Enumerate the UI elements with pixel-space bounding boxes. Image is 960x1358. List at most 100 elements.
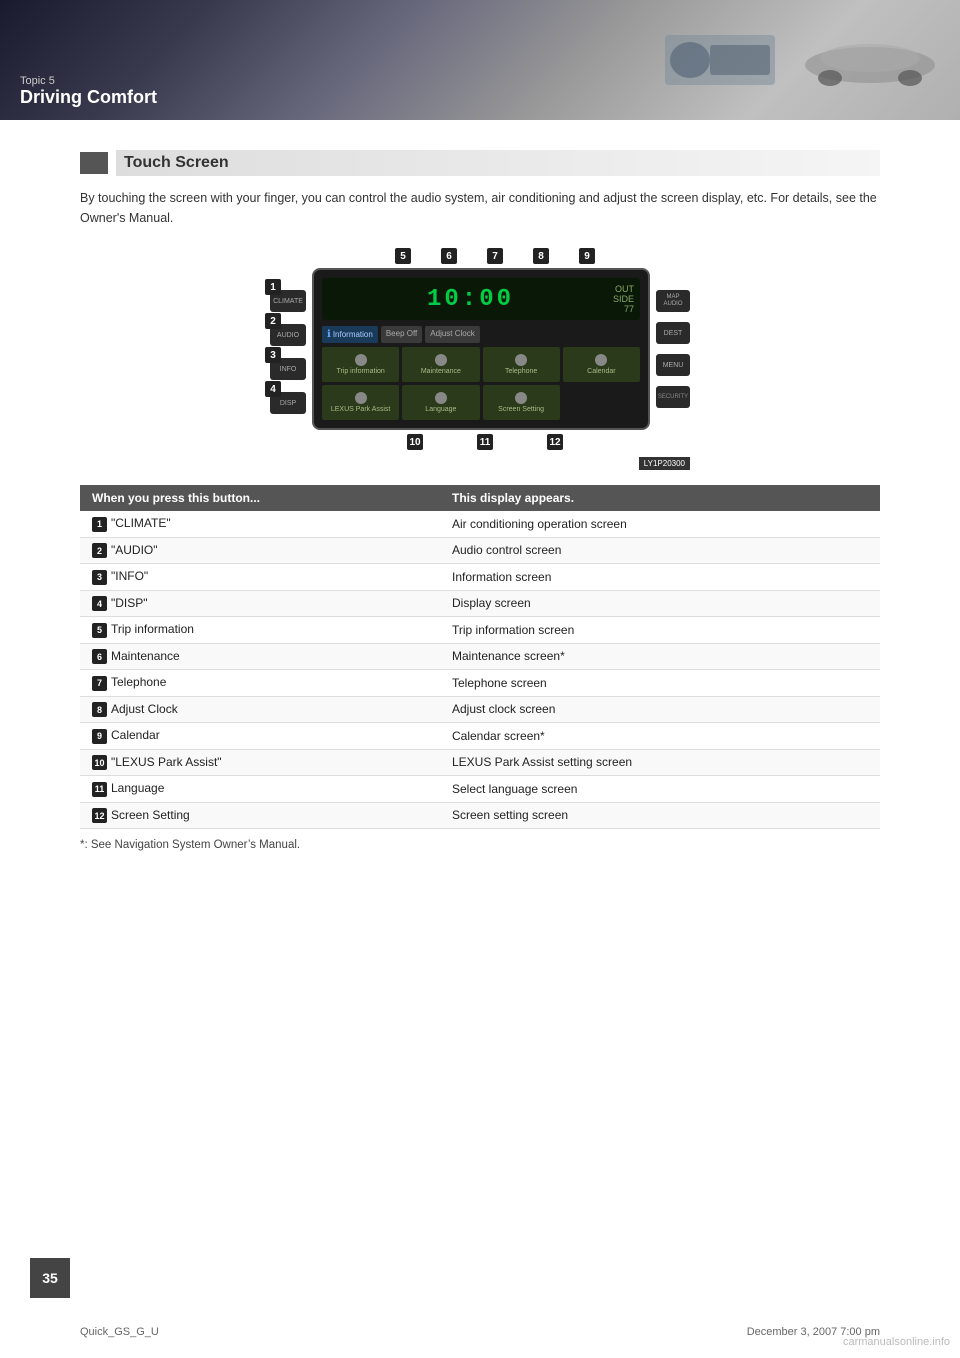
badge-3: 3 xyxy=(265,347,281,363)
row-badge: 11 xyxy=(92,782,107,797)
banner-title: Driving Comfort xyxy=(20,87,157,107)
badge-1: 1 xyxy=(265,279,281,295)
table-row: 8Adjust Clock Adjust clock screen xyxy=(80,696,880,723)
info-row: ℹ Information Beep Off Adjust Clock xyxy=(322,326,640,343)
page-number: 35 xyxy=(30,1258,70,1298)
row-badge: 2 xyxy=(92,543,107,558)
row-badge: 3 xyxy=(92,570,107,585)
badge-6: 6 xyxy=(441,248,457,264)
banner-text: Topic 5 Driving Comfort xyxy=(20,75,157,108)
table-row: 3"INFO" Information screen xyxy=(80,564,880,591)
table-cell-display: Screen setting screen xyxy=(440,802,880,829)
menu-btn[interactable]: MENU xyxy=(656,354,690,376)
car-exterior-icon xyxy=(800,30,940,90)
telephone-btn[interactable]: Telephone xyxy=(483,347,560,382)
screen-setting-btn[interactable]: Screen Setting xyxy=(483,385,560,420)
dest-btn[interactable]: DEST xyxy=(656,322,690,344)
table-cell-button: 10"LEXUS Park Assist" xyxy=(80,749,440,776)
clock-display: 10:00 xyxy=(328,286,613,313)
adjust-clock-btn[interactable]: Adjust Clock xyxy=(425,326,479,343)
row-badge: 6 xyxy=(92,649,107,664)
table-cell-display: Air conditioning operation screen xyxy=(440,511,880,537)
table-row: 10"LEXUS Park Assist" LEXUS Park Assist … xyxy=(80,749,880,776)
footer-left: Quick_GS_G_U xyxy=(80,1326,159,1338)
section-description: By touching the screen with your finger,… xyxy=(80,188,880,228)
info-btn[interactable]: ℹ Information xyxy=(322,326,378,343)
table-cell-button: 1"CLIMATE" xyxy=(80,511,440,537)
table-row: 4"DISP" Display screen xyxy=(80,590,880,617)
language-btn[interactable]: Language xyxy=(402,385,479,420)
table-cell-button: 3"INFO" xyxy=(80,564,440,591)
table-cell-button: 6Maintenance xyxy=(80,643,440,670)
maintenance-btn[interactable]: Maintenance xyxy=(402,347,479,382)
footnote: *: See Navigation System Owner’s Manual. xyxy=(80,839,880,851)
section-title-bar: Touch Screen xyxy=(80,150,880,176)
badge-2: 2 xyxy=(265,313,281,329)
badge-5: 5 xyxy=(395,248,411,264)
row-badge: 1 xyxy=(92,517,107,532)
diagram-area: 5 6 7 8 9 1 CLIMATE 2 AUDIO xyxy=(270,248,690,469)
badge-4: 4 xyxy=(265,381,281,397)
table-row: 9Calendar Calendar screen* xyxy=(80,723,880,750)
badge-8: 8 xyxy=(533,248,549,264)
calendar-btn[interactable]: Calendar xyxy=(563,347,640,382)
table-row: 2"AUDIO" Audio control screen xyxy=(80,537,880,564)
table-cell-display: Adjust clock screen xyxy=(440,696,880,723)
table-cell-display: LEXUS Park Assist setting screen xyxy=(440,749,880,776)
col1-header: When you press this button... xyxy=(80,485,440,511)
table-cell-display: Information screen xyxy=(440,564,880,591)
table-cell-button: 7Telephone xyxy=(80,670,440,697)
main-content: Touch Screen By touching the screen with… xyxy=(0,120,960,881)
badge-10: 10 xyxy=(407,434,423,450)
header-banner: Topic 5 Driving Comfort xyxy=(0,0,960,120)
row-badge: 5 xyxy=(92,623,107,638)
table-cell-display: Audio control screen xyxy=(440,537,880,564)
banner-cars xyxy=(660,0,940,120)
table-cell-button: 5Trip information xyxy=(80,617,440,644)
table-cell-button: 9Calendar xyxy=(80,723,440,750)
row-badge: 9 xyxy=(92,729,107,744)
badge-11: 11 xyxy=(477,434,493,450)
table-cell-button: 4"DISP" xyxy=(80,590,440,617)
footer: Quick_GS_G_U December 3, 2007 7:00 pm xyxy=(80,1326,880,1338)
out-temp: OUTSIDE77 xyxy=(613,284,634,314)
section-title-icon xyxy=(80,152,108,174)
col2-header: This display appears. xyxy=(440,485,880,511)
lexus-btn[interactable]: LEXUS Park Assist xyxy=(322,385,399,420)
table-row: 12Screen Setting Screen setting screen xyxy=(80,802,880,829)
beep-btn[interactable]: Beep Off xyxy=(381,326,422,343)
table-row: 1"CLIMATE" Air conditioning operation sc… xyxy=(80,511,880,537)
btn-audio-wrapper: 2 AUDIO xyxy=(270,318,306,346)
table-cell-display: Maintenance screen* xyxy=(440,643,880,670)
banner-topic: Topic 5 xyxy=(20,75,157,87)
btn-climate-wrapper: 1 CLIMATE xyxy=(270,284,306,312)
table-cell-button: 2"AUDIO" xyxy=(80,537,440,564)
main-screen: 10:00 OUTSIDE77 ℹ Information Beep Off A… xyxy=(312,268,650,430)
table-cell-button: 8Adjust Clock xyxy=(80,696,440,723)
panel-wrapper: 1 CLIMATE 2 AUDIO 3 INFO 4 DISP xyxy=(270,268,690,430)
table-cell-display: Calendar screen* xyxy=(440,723,880,750)
badge-9: 9 xyxy=(579,248,595,264)
table-cell-button: 11Language xyxy=(80,776,440,803)
row-badge: 7 xyxy=(92,676,107,691)
table-cell-button: 12Screen Setting xyxy=(80,802,440,829)
table-cell-display: Select language screen xyxy=(440,776,880,803)
trip-btn[interactable]: Trip information xyxy=(322,347,399,382)
table-row: 5Trip information Trip information scree… xyxy=(80,617,880,644)
map-audio-btn[interactable]: MAPAUDIO xyxy=(656,290,690,312)
right-buttons: MAPAUDIO DEST MENU SECURITY xyxy=(656,290,690,408)
car-interior-icon xyxy=(660,30,780,90)
btn-disp-wrapper: 4 DISP xyxy=(270,386,306,414)
table-row: 7Telephone Telephone screen xyxy=(80,670,880,697)
table-header: When you press this button... This displ… xyxy=(80,485,880,511)
badge-12: 12 xyxy=(547,434,563,450)
table-cell-display: Trip information screen xyxy=(440,617,880,644)
row-badge: 4 xyxy=(92,596,107,611)
security-btn[interactable]: SECURITY xyxy=(656,386,690,408)
top-badges-row: 5 6 7 8 9 xyxy=(270,248,690,268)
row-badge: 12 xyxy=(92,808,107,823)
info-table: When you press this button... This displ… xyxy=(80,485,880,829)
badge-7: 7 xyxy=(487,248,503,264)
left-buttons: 1 CLIMATE 2 AUDIO 3 INFO 4 DISP xyxy=(270,284,306,414)
watermark: carmanualsonline.info xyxy=(843,1336,950,1348)
